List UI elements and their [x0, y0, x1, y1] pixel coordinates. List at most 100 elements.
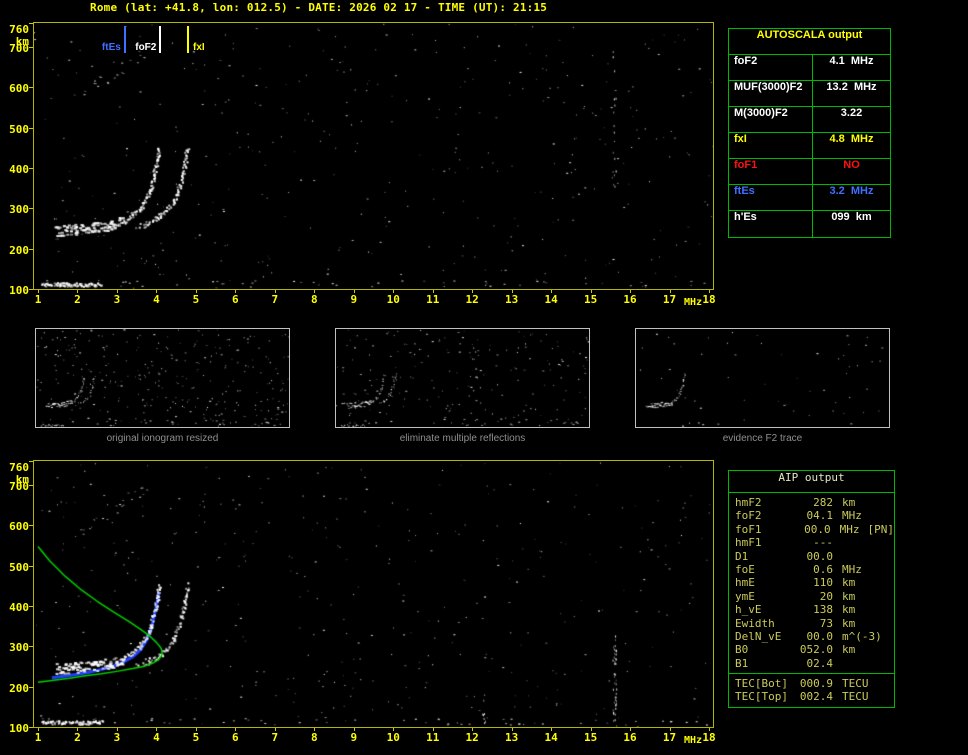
autoscala-row: h'Es 099 km: [729, 211, 890, 237]
autoscala-value: 099 km: [831, 211, 872, 223]
x-tick: [551, 728, 553, 731]
x-tick: [511, 290, 513, 293]
aip-param: hmE: [735, 576, 755, 590]
aip-param: h_vE: [735, 603, 762, 617]
autoscala-param: fxI: [729, 133, 813, 158]
y-axis-unit: km: [15, 35, 29, 48]
fxI-marker-label: fxI: [192, 42, 205, 53]
aip-unit: MHz: [839, 522, 860, 536]
x-tick: [38, 290, 39, 293]
aip-table-rows: hmF2 282 km foF2 04.1 MHz foF1 00.0 MHz [PN] hmF1 -…: [729, 496, 894, 670]
y-tick: [29, 606, 33, 608]
x-tick: [274, 728, 276, 731]
x-tick: [195, 728, 197, 731]
autoscala-param: foF2: [729, 55, 813, 80]
x-tick-label: 15: [583, 731, 598, 744]
aip-param: B1: [735, 656, 749, 670]
aip-param: Ewidth: [735, 616, 775, 630]
aip-param: foE: [735, 562, 755, 576]
aip-value: 73: [819, 616, 833, 630]
autoscala-value: 4.8 MHz: [829, 133, 874, 145]
ionogram-plot-bottom: [33, 460, 714, 728]
x-tick: [472, 290, 474, 293]
x-tick: [551, 290, 553, 293]
aip-table-title: AIP output: [729, 471, 894, 493]
x-tick: [274, 290, 276, 293]
foF2-marker-label: foF2: [135, 42, 157, 53]
x-tick: [590, 290, 592, 293]
x-tick: [353, 728, 355, 731]
thumbnail-canvas-f2-trace: [636, 329, 889, 427]
x-tick-label: 17: [662, 293, 677, 306]
aip-param: D1: [735, 549, 749, 563]
aip-row: TEC[Top] 002.4 TECU: [729, 690, 894, 703]
x-tick-label: 10: [386, 731, 400, 744]
header-title: Rome (lat: +41.8, lon: 012.5) - DATE: 20…: [90, 1, 548, 14]
y-tick-label: 500: [9, 122, 29, 136]
aip-unit: km: [842, 603, 856, 617]
x-axis-unit: MHz: [684, 735, 703, 746]
aip-param: hmF2: [735, 496, 762, 509]
y-tick-label: 400: [9, 601, 29, 615]
y-tick: [29, 47, 33, 49]
x-tick: [511, 728, 513, 731]
thumbnail-caption-no-multiples: eliminate multiple reflections: [399, 433, 526, 444]
aip-unit: km: [842, 576, 856, 590]
x-tick-label: 2: [74, 293, 81, 306]
x-tick-label: 5: [192, 293, 200, 306]
x-tick-label: 17: [662, 731, 677, 744]
x-tick: [156, 290, 158, 293]
x-tick-label: 16: [623, 293, 637, 306]
ionogram-canvas-bottom: [34, 461, 713, 727]
x-tick: [709, 728, 710, 731]
thumbnail-f2-trace: [635, 328, 890, 428]
aip-row: hmE 110 km: [729, 576, 894, 589]
x-tick-label: 14: [544, 293, 558, 306]
x-tick: [353, 290, 355, 293]
aip-param: ymE: [735, 589, 755, 603]
x-tick-label: 3: [113, 293, 121, 306]
x-tick-label: 5: [192, 731, 200, 744]
x-tick: [77, 290, 79, 293]
y-tick: [29, 686, 33, 688]
aip-unit: MHz: [842, 509, 862, 523]
y-tick: [29, 525, 33, 527]
x-tick-label: 1: [34, 293, 42, 306]
x-tick-label: 14: [544, 731, 558, 744]
x-tick: [116, 290, 118, 293]
autoscala-window: { "header": { "title": "Rome (lat: +41.8…: [0, 0, 968, 755]
x-tick-label: 4: [153, 731, 160, 744]
x-tick-label: 8: [310, 731, 318, 744]
aip-value: 000.9: [799, 677, 833, 691]
aip-value: 138: [813, 603, 833, 617]
aip-value: 0.6: [813, 562, 833, 576]
autoscala-table-rows: foF2 4.1 MHz MUF(3000)F2 13.2 MHz M(3000)F2 3…: [729, 55, 890, 237]
aip-row: B0 052.0 km: [729, 643, 894, 656]
aip-param: B0: [735, 643, 749, 657]
x-tick: [590, 728, 592, 731]
x-tick: [630, 728, 632, 731]
autoscala-param: h'Es: [729, 211, 813, 237]
x-tick-label: 9: [350, 293, 358, 306]
ionogram-plot-top: [33, 22, 714, 290]
y-tick-label: 300: [9, 641, 29, 655]
foF2-marker-line: [159, 26, 162, 53]
x-tick: [195, 290, 197, 293]
aip-unit: m^(-3): [842, 629, 882, 643]
aip-value: 04.1: [806, 509, 834, 523]
x-tick-label: 12: [465, 731, 479, 744]
x-tick: [432, 290, 434, 293]
thumbnail-canvas-no-multiples: [336, 329, 589, 427]
x-tick: [669, 290, 671, 293]
aip-unit: TECU: [842, 677, 869, 691]
aip-param: TEC[Top]: [735, 690, 788, 704]
x-tick-label: 2: [74, 731, 81, 744]
y-axis-unit: km: [15, 473, 29, 486]
x-tick: [314, 728, 316, 731]
x-tick-label: 6: [232, 293, 239, 306]
aip-row: D1 00.0: [729, 550, 894, 563]
x-tick-label: 13: [505, 293, 519, 306]
aip-param: TEC[Bot]: [735, 677, 788, 691]
y-tick: [29, 208, 33, 210]
y-tick-label: 600: [9, 520, 29, 534]
